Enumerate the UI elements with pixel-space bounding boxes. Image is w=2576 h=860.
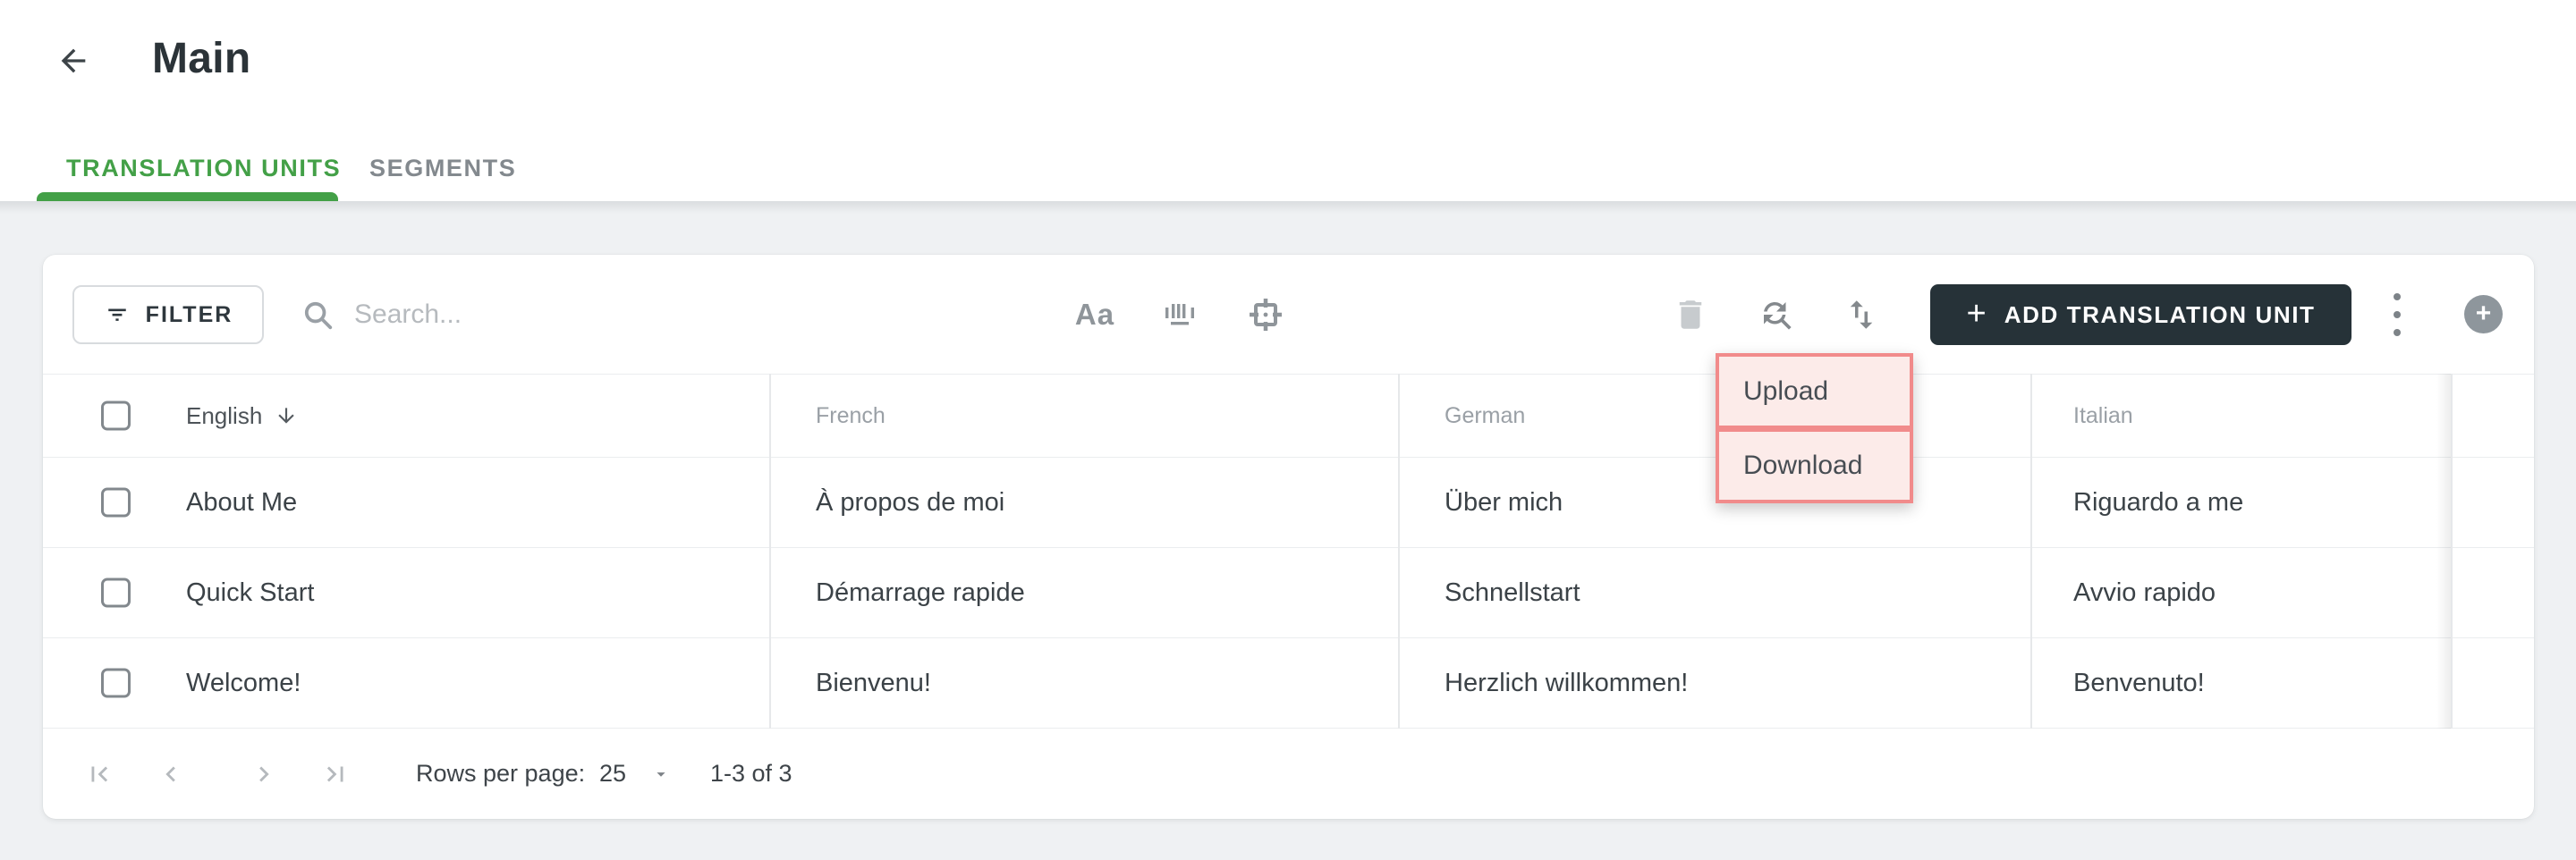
caret-down-icon xyxy=(657,771,665,777)
rows-per-page-value: 25 xyxy=(599,760,627,787)
plus-icon: + xyxy=(2475,298,2492,328)
column-header-english[interactable]: English xyxy=(186,375,298,457)
app-root: Main TRANSLATION UNITS SEGMENTS FILTER S… xyxy=(0,0,2576,860)
first-page-button[interactable] xyxy=(72,729,126,819)
column-divider xyxy=(769,374,771,729)
delete-button[interactable] xyxy=(1659,255,1722,374)
toolbar: FILTER Aa xyxy=(43,255,2534,374)
quick-add-button[interactable]: + xyxy=(2464,295,2503,333)
cell-french[interactable]: Bienvenu! xyxy=(816,638,931,728)
column-divider xyxy=(2451,374,2453,729)
add-translation-unit-button[interactable]: + ADD TRANSLATION UNIT xyxy=(1930,284,2351,345)
active-tab-indicator xyxy=(37,192,338,201)
tab-segments[interactable]: SEGMENTS xyxy=(369,143,516,193)
cell-italian[interactable]: Avvio rapido xyxy=(2073,548,2216,637)
cell-french[interactable]: À propos de moi xyxy=(816,458,1004,547)
cell-german[interactable]: Über mich xyxy=(1445,458,1563,547)
first-page-icon xyxy=(91,766,108,781)
kebab-dot xyxy=(2394,310,2401,318)
menu-item-upload[interactable]: Upload xyxy=(1716,353,1913,429)
filter-icon xyxy=(107,308,126,321)
column-header-german[interactable]: German xyxy=(1445,375,1525,457)
filter-button[interactable]: FILTER xyxy=(72,285,264,344)
cell-german[interactable]: Schnellstart xyxy=(1445,548,1580,637)
back-button[interactable] xyxy=(52,39,95,82)
column-divider xyxy=(2030,374,2032,729)
pagination-range: 1-3 of 3 xyxy=(710,760,792,787)
kebab-dot xyxy=(2394,328,2401,336)
find-replace-icon xyxy=(1764,301,1792,330)
cell-french[interactable]: Démarrage rapide xyxy=(816,548,1025,637)
arrow-left-icon xyxy=(61,48,86,73)
sort-desc-arrow-icon xyxy=(278,408,294,424)
column-header-italian[interactable]: Italian xyxy=(2073,375,2133,457)
tab-translation-units[interactable]: TRANSLATION UNITS xyxy=(66,143,341,193)
table-row[interactable]: About Me À propos de moi Über mich Rigua… xyxy=(43,458,2534,548)
row-checkbox[interactable] xyxy=(101,578,131,608)
translation-units-card: FILTER Aa xyxy=(43,255,2534,819)
search-input[interactable] xyxy=(354,299,927,330)
chevron-left-icon xyxy=(165,766,175,781)
cell-german[interactable]: Herzlich willkommen! xyxy=(1445,638,1688,728)
column-header-french[interactable]: French xyxy=(816,375,886,457)
content-area: FILTER Aa xyxy=(0,201,2576,860)
rows-per-page-select[interactable]: 25 xyxy=(599,729,671,819)
menu-item-download[interactable]: Download xyxy=(1716,428,1913,503)
cell-italian[interactable]: Benvenuto! xyxy=(2073,638,2205,728)
select-all-checkbox[interactable] xyxy=(101,400,131,431)
column-divider xyxy=(1398,374,1400,729)
row-checkbox[interactable] xyxy=(101,487,131,518)
case-sensitive-icon: Aa xyxy=(1074,297,1115,331)
import-export-icon xyxy=(1850,299,1873,329)
search-icon xyxy=(304,301,333,330)
trash-icon xyxy=(1679,299,1702,329)
case-sensitive-toggle[interactable]: Aa xyxy=(1063,255,1126,374)
table-row[interactable]: Quick Start Démarrage rapide Schnellstar… xyxy=(43,548,2534,638)
next-page-button[interactable] xyxy=(237,729,291,819)
whole-word-icon xyxy=(1165,303,1194,325)
table-row[interactable]: Welcome! Bienvenu! Herzlich willkommen! … xyxy=(43,638,2534,729)
more-options-button[interactable] xyxy=(2375,255,2419,374)
chevron-right-icon xyxy=(259,766,269,781)
search-box xyxy=(301,285,927,344)
cell-english[interactable]: Quick Start xyxy=(186,548,314,637)
pinned-column-shadow xyxy=(2436,374,2451,729)
frame-select-toggle[interactable] xyxy=(1234,255,1297,374)
row-checkbox[interactable] xyxy=(101,668,131,698)
cell-english[interactable]: About Me xyxy=(186,458,297,547)
plus-icon: + xyxy=(1966,294,1987,333)
top-header: Main TRANSLATION UNITS SEGMENTS xyxy=(0,0,2576,201)
cell-italian[interactable]: Riguardo a me xyxy=(2073,458,2243,547)
table-footer: Rows per page: 25 1-3 of 3 xyxy=(43,729,2534,819)
import-export-menu: Upload Download xyxy=(1716,353,1913,503)
rows-per-page-label: Rows per page: xyxy=(416,760,586,787)
last-page-button[interactable] xyxy=(309,729,362,819)
kebab-dot xyxy=(2394,292,2401,300)
table-header-row: English French German Italian xyxy=(43,374,2534,458)
cell-english[interactable]: Welcome! xyxy=(186,638,301,728)
previous-page-button[interactable] xyxy=(144,729,198,819)
whole-word-toggle[interactable] xyxy=(1148,255,1211,374)
selection-frame-icon xyxy=(1250,298,1282,331)
last-page-icon xyxy=(326,766,343,781)
page-title: Main xyxy=(152,35,251,82)
